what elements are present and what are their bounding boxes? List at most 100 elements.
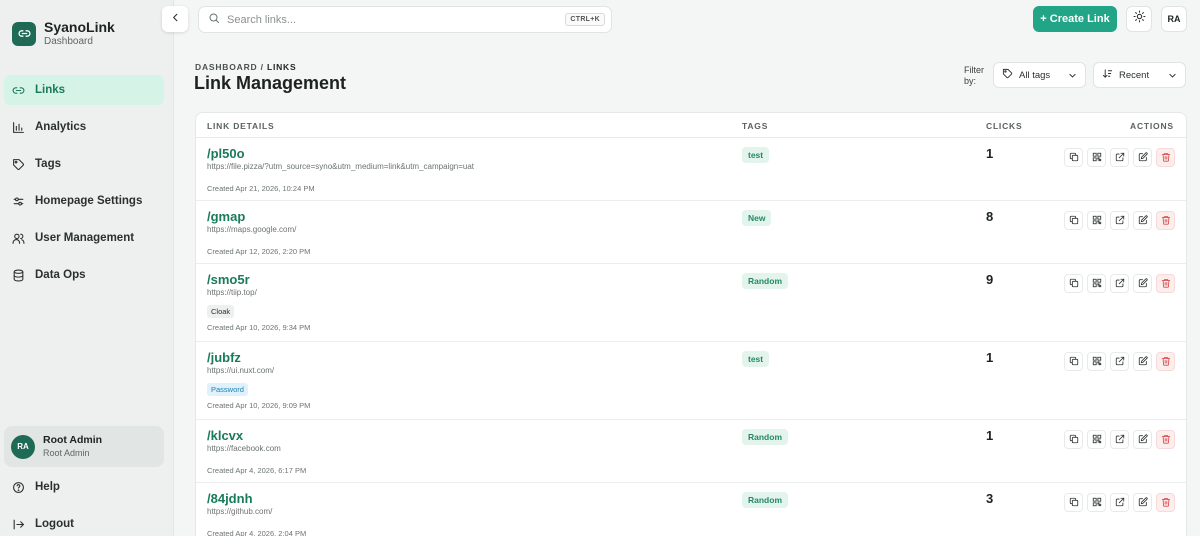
row-actions	[1064, 211, 1179, 230]
copy-button[interactable]	[1064, 274, 1083, 293]
delete-button[interactable]	[1156, 148, 1175, 167]
edit-icon	[1138, 494, 1148, 512]
copy-button[interactable]	[1064, 352, 1083, 371]
sidebar-item-homepage-settings[interactable]: Homepage Settings	[4, 186, 164, 216]
trash-icon	[1161, 353, 1171, 371]
table-row: /klcvx https://facebook.com Created Apr …	[196, 420, 1186, 483]
qr-code-button[interactable]	[1087, 148, 1106, 167]
open-link-button[interactable]	[1110, 148, 1129, 167]
search-input[interactable]	[227, 13, 547, 26]
click-count: 8	[986, 209, 994, 224]
link-badge: Password	[207, 383, 248, 396]
sidebar-item-label: Help	[35, 481, 60, 493]
sidebar-item-user-management[interactable]: User Management	[4, 223, 164, 253]
avatar[interactable]: RA	[1161, 6, 1187, 32]
link-slug[interactable]: /smo5r	[207, 272, 250, 287]
breadcrumb-root[interactable]: DASHBOARD	[195, 62, 257, 72]
brand[interactable]: SyanoLink Dashboard	[12, 19, 115, 48]
qr-code-button[interactable]	[1087, 211, 1106, 230]
link-created: Created Apr 10, 2026, 9:09 PM	[207, 401, 311, 410]
sidebar-bottom: Help Logout	[4, 472, 164, 536]
tag-badge: New	[742, 210, 772, 226]
chevron-left-icon	[170, 10, 181, 28]
external-link-icon	[1115, 431, 1125, 449]
table-row: /smo5r https://tiip.top/ Cloak Created A…	[196, 264, 1186, 342]
edit-button[interactable]	[1133, 430, 1152, 449]
copy-button[interactable]	[1064, 430, 1083, 449]
link-slug[interactable]: /pl50o	[207, 146, 245, 161]
qr-code-button[interactable]	[1087, 274, 1106, 293]
sidebar-nav: Links Analytics Tags Homepage Settings U…	[4, 75, 164, 297]
sidebar-item-label: Links	[35, 84, 66, 96]
copy-button[interactable]	[1064, 493, 1083, 512]
open-link-button[interactable]	[1110, 352, 1129, 371]
edit-button[interactable]	[1133, 274, 1152, 293]
sidebar-item-label: Data Ops	[35, 269, 86, 281]
qr-code-icon	[1092, 494, 1102, 512]
user-card[interactable]: RA Root Admin Root Admin	[4, 426, 164, 467]
qr-code-button[interactable]	[1087, 430, 1106, 449]
column-header-details: LINK DETAILS	[207, 121, 275, 131]
link-slug[interactable]: /jubfz	[207, 350, 241, 365]
link-url[interactable]: https://maps.google.com/	[207, 225, 296, 234]
sort-select[interactable]: Recent	[1093, 62, 1186, 88]
search-icon	[208, 11, 220, 29]
edit-button[interactable]	[1133, 148, 1152, 167]
sidebar-item-logout[interactable]: Logout	[4, 509, 164, 536]
delete-button[interactable]	[1156, 352, 1175, 371]
delete-button[interactable]	[1156, 493, 1175, 512]
column-header-tags: TAGS	[742, 121, 769, 131]
qr-code-icon	[1092, 275, 1102, 293]
edit-icon	[1138, 353, 1148, 371]
open-link-button[interactable]	[1110, 430, 1129, 449]
brand-subtitle: Dashboard	[44, 36, 93, 47]
qr-code-icon	[1092, 431, 1102, 449]
qr-code-button[interactable]	[1087, 352, 1106, 371]
sort-icon	[1102, 68, 1113, 82]
collapse-sidebar-button[interactable]	[162, 6, 188, 32]
delete-button[interactable]	[1156, 430, 1175, 449]
sidebar-item-data-ops[interactable]: Data Ops	[4, 260, 164, 290]
trash-icon	[1161, 275, 1171, 293]
create-link-button[interactable]: + Create Link	[1033, 6, 1117, 32]
link-slug[interactable]: /gmap	[207, 209, 245, 224]
copy-button[interactable]	[1064, 211, 1083, 230]
delete-button[interactable]	[1156, 211, 1175, 230]
open-link-button[interactable]	[1110, 493, 1129, 512]
edit-button[interactable]	[1133, 352, 1152, 371]
sidebar-item-help[interactable]: Help	[4, 472, 164, 502]
link-slug[interactable]: /84jdnh	[207, 491, 253, 506]
sidebar-item-links[interactable]: Links	[4, 75, 164, 105]
link-slug[interactable]: /klcvx	[207, 428, 243, 443]
link-url[interactable]: https://ui.nuxt.com/	[207, 366, 274, 375]
copy-icon	[1069, 149, 1079, 167]
table-row: /gmap https://maps.google.com/ Created A…	[196, 201, 1186, 264]
theme-toggle-button[interactable]	[1126, 6, 1152, 32]
link-url[interactable]: https://facebook.com	[207, 444, 281, 453]
tag-badge: Random	[742, 273, 788, 289]
tag-badge: Random	[742, 429, 788, 445]
edit-button[interactable]	[1133, 211, 1152, 230]
links-table: LINK DETAILS TAGS CLICKS ACTIONS /pl50o …	[195, 112, 1187, 536]
shortcut-hint: CTRL+K	[565, 13, 605, 26]
brand-logo-icon	[12, 21, 36, 46]
link-url[interactable]: https://file.pizza/?utm_source=syno&utm_…	[207, 162, 474, 171]
copy-icon	[1069, 353, 1079, 371]
link-url[interactable]: https://github.com/	[207, 507, 272, 516]
trash-icon	[1161, 431, 1171, 449]
qr-code-button[interactable]	[1087, 493, 1106, 512]
tags-filter-select[interactable]: All tags	[993, 62, 1086, 88]
sidebar-item-tags[interactable]: Tags	[4, 149, 164, 179]
table-row: /jubfz https://ui.nuxt.com/ Password Cre…	[196, 342, 1186, 420]
sidebar-item-label: Homepage Settings	[35, 195, 143, 207]
copy-button[interactable]	[1064, 148, 1083, 167]
sidebar-item-label: User Management	[35, 232, 135, 244]
qr-code-icon	[1092, 149, 1102, 167]
sidebar-item-analytics[interactable]: Analytics	[4, 112, 164, 142]
row-actions	[1064, 352, 1179, 371]
open-link-button[interactable]	[1110, 274, 1129, 293]
open-link-button[interactable]	[1110, 211, 1129, 230]
link-url[interactable]: https://tiip.top/	[207, 288, 257, 297]
edit-button[interactable]	[1133, 493, 1152, 512]
delete-button[interactable]	[1156, 274, 1175, 293]
